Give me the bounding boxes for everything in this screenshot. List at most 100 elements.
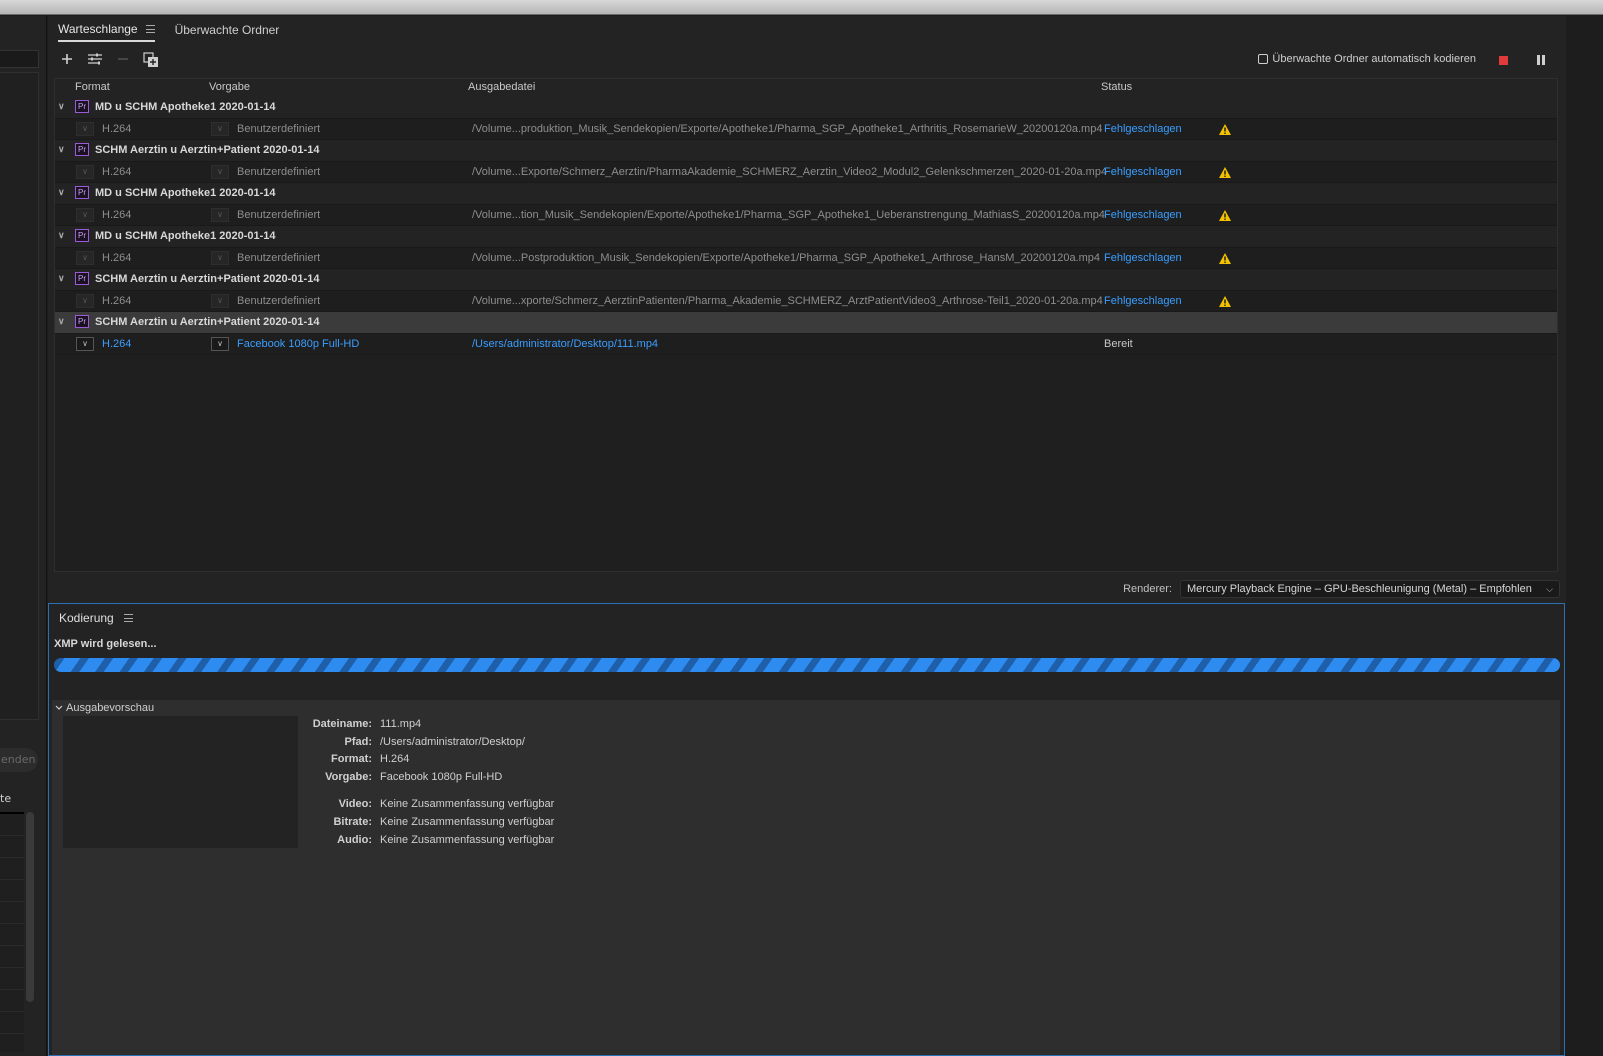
queue-group-row[interactable]: ∨ Pr SCHM Aerztin u Aerztin+Patient 2020-0… [55, 312, 1557, 334]
format-dropdown[interactable]: ∨ [76, 121, 94, 136]
auto-encode-toggle[interactable]: Überwachte Ordner automatisch kodieren [1258, 53, 1476, 65]
chevron-down-icon[interactable]: ∨ [58, 144, 68, 154]
group-name: SCHM Aerztin u Aerztin+Patient 2020-01-1… [95, 273, 320, 285]
table-header: Format Vorgabe Ausgabedatei Status [55, 79, 1557, 97]
warning-icon[interactable] [1218, 252, 1232, 265]
chevron-down-icon: ⌵ [1546, 584, 1553, 594]
encoding-title: Kodierung [59, 611, 133, 625]
queue-item-row[interactable]: ∨ H.264 ∨ Benutzerdefiniert/Volume...Export… [55, 161, 1557, 183]
detail-key: Audio: [337, 833, 372, 846]
premiere-pro-icon: Pr [75, 272, 89, 285]
remove-button[interactable] [114, 52, 132, 70]
item-status: Bereit [1104, 337, 1133, 350]
col-status[interactable]: Status [1101, 81, 1132, 93]
left-panel-field[interactable] [0, 50, 39, 68]
tab-watch-folders[interactable]: Überwachte Ordner [175, 16, 280, 42]
duplicate-button[interactable] [142, 52, 160, 70]
output-preview-toggle[interactable]: Ausgabevorschau [55, 702, 154, 714]
item-output-file[interactable]: /Volume...produktion_Musik_Sendekopien/E… [472, 123, 1102, 135]
add-source-button[interactable] [58, 52, 76, 70]
panel-menu-icon[interactable] [145, 25, 155, 33]
format-dropdown[interactable]: ∨ [76, 293, 94, 308]
tab-queue[interactable]: Warteschlange [58, 16, 155, 42]
warning-icon[interactable] [1218, 123, 1232, 136]
queue-item-row[interactable]: ∨ H.264 ∨ Facebook 1080p Full-HD/Users/admi… [55, 333, 1557, 355]
format-dropdown[interactable]: ∨ [76, 336, 94, 351]
queue-item-row[interactable]: ∨ H.264 ∨ Benutzerdefiniert/Volume...produk… [55, 118, 1557, 140]
item-output-file[interactable]: /Users/administrator/Desktop/111.mp4 [472, 338, 658, 350]
item-format[interactable]: H.264 [102, 338, 131, 350]
preset-dropdown[interactable]: ∨ [211, 250, 229, 265]
item-format[interactable]: H.264 [102, 166, 131, 178]
queue-group-row[interactable]: ∨ Pr MD u SCHM Apotheke1 2020-01-14 [55, 226, 1557, 248]
queue-item-row[interactable]: ∨ H.264 ∨ Benutzerdefiniert/Volume...tion_M… [55, 204, 1557, 226]
chevron-down-icon[interactable]: ∨ [58, 187, 68, 197]
warning-icon[interactable] [1218, 166, 1232, 179]
item-format[interactable]: H.264 [102, 123, 131, 135]
auto-encode-checkbox[interactable] [1258, 54, 1269, 64]
left-panel-pill-button[interactable]: enden [0, 748, 38, 772]
chevron-down-icon[interactable]: ∨ [58, 101, 68, 111]
queue-item-row[interactable]: ∨ H.264 ∨ Benutzerdefiniert/Volume...xporte… [55, 290, 1557, 312]
renderer-bar: Renderer: Mercury Playback Engine – GPU-… [48, 575, 1566, 603]
item-status[interactable]: Fehlgeschlagen [1104, 252, 1182, 264]
queue-table: Format Vorgabe Ausgabedatei Status ∨ Pr MD… [54, 78, 1558, 572]
item-format[interactable]: H.264 [102, 295, 131, 307]
item-status[interactable]: Fehlgeschlagen [1104, 295, 1182, 307]
left-panel-scrollbar[interactable] [26, 812, 34, 1002]
preset-dropdown[interactable]: ∨ [211, 207, 229, 222]
format-dropdown[interactable]: ∨ [76, 164, 94, 179]
item-output-file[interactable]: /Volume...Postproduktion_Musik_Sendekopi… [472, 252, 1100, 264]
format-dropdown[interactable]: ∨ [76, 207, 94, 222]
item-preset[interactable]: Benutzerdefiniert [237, 252, 320, 264]
item-preset[interactable]: Benutzerdefiniert [237, 166, 320, 178]
stop-queue-button[interactable] [1499, 56, 1508, 65]
panel-menu-icon[interactable] [123, 614, 133, 622]
plus-icon [62, 54, 72, 64]
col-output[interactable]: Ausgabedatei [468, 81, 535, 93]
premiere-pro-icon: Pr [75, 186, 89, 199]
preset-dropdown[interactable]: ∨ [211, 336, 229, 351]
format-dropdown[interactable]: ∨ [76, 250, 94, 265]
chevron-down-icon[interactable]: ∨ [58, 230, 68, 240]
left-panel-label: te [0, 792, 12, 805]
item-format[interactable]: H.264 [102, 252, 131, 264]
encoding-title-label: Kodierung [59, 611, 114, 625]
preset-dropdown[interactable]: ∨ [211, 293, 229, 308]
renderer-select[interactable]: Mercury Playback Engine – GPU-Beschleuni… [1180, 580, 1560, 598]
warning-icon[interactable] [1218, 295, 1232, 308]
preset-dropdown[interactable]: ∨ [211, 164, 229, 179]
detail-value: Keine Zusammenfassung verfügbar [380, 798, 555, 811]
pause-queue-button[interactable] [1537, 55, 1545, 65]
item-status[interactable]: Fehlgeschlagen [1104, 166, 1182, 178]
preset-settings-button[interactable] [86, 52, 104, 70]
chevron-down-icon[interactable]: ∨ [58, 316, 68, 326]
item-preset[interactable]: Facebook 1080p Full-HD [237, 338, 359, 350]
queue-group-row[interactable]: ∨ Pr SCHM Aerztin u Aerztin+Patient 2020-0… [55, 140, 1557, 162]
premiere-pro-icon: Pr [75, 315, 89, 328]
detail-key: Format: [331, 753, 372, 766]
item-output-file[interactable]: /Volume...Exporte/Schmerz_Aerztin/Pharma… [472, 166, 1107, 178]
sliders-icon [88, 53, 102, 65]
premiere-pro-icon: Pr [75, 143, 89, 156]
col-format[interactable]: Format [75, 81, 110, 93]
duplicate-icon [143, 52, 158, 67]
preset-dropdown[interactable]: ∨ [211, 121, 229, 136]
item-format[interactable]: H.264 [102, 209, 131, 221]
queue-group-row[interactable]: ∨ Pr MD u SCHM Apotheke1 2020-01-14 [55, 97, 1557, 119]
queue-item-row[interactable]: ∨ H.264 ∨ Benutzerdefiniert/Volume...Postpr… [55, 247, 1557, 269]
warning-icon[interactable] [1218, 209, 1232, 222]
detail-value: H.264 [380, 753, 410, 766]
item-status[interactable]: Fehlgeschlagen [1104, 209, 1182, 221]
item-status[interactable]: Fehlgeschlagen [1104, 123, 1182, 135]
chevron-down-icon[interactable]: ∨ [58, 273, 68, 283]
queue-group-row[interactable]: ∨ Pr MD u SCHM Apotheke1 2020-01-14 [55, 183, 1557, 205]
item-preset[interactable]: Benutzerdefiniert [237, 209, 320, 221]
item-preset[interactable]: Benutzerdefiniert [237, 295, 320, 307]
col-preset[interactable]: Vorgabe [209, 81, 250, 93]
item-output-file[interactable]: /Volume...xporte/Schmerz_AerztinPatiente… [472, 295, 1103, 307]
detail-value: 111.mp4 [380, 718, 422, 730]
item-preset[interactable]: Benutzerdefiniert [237, 123, 320, 135]
item-output-file[interactable]: /Volume...tion_Musik_Sendekopien/Exporte… [472, 209, 1105, 221]
queue-group-row[interactable]: ∨ Pr SCHM Aerztin u Aerztin+Patient 2020-0… [55, 269, 1557, 291]
